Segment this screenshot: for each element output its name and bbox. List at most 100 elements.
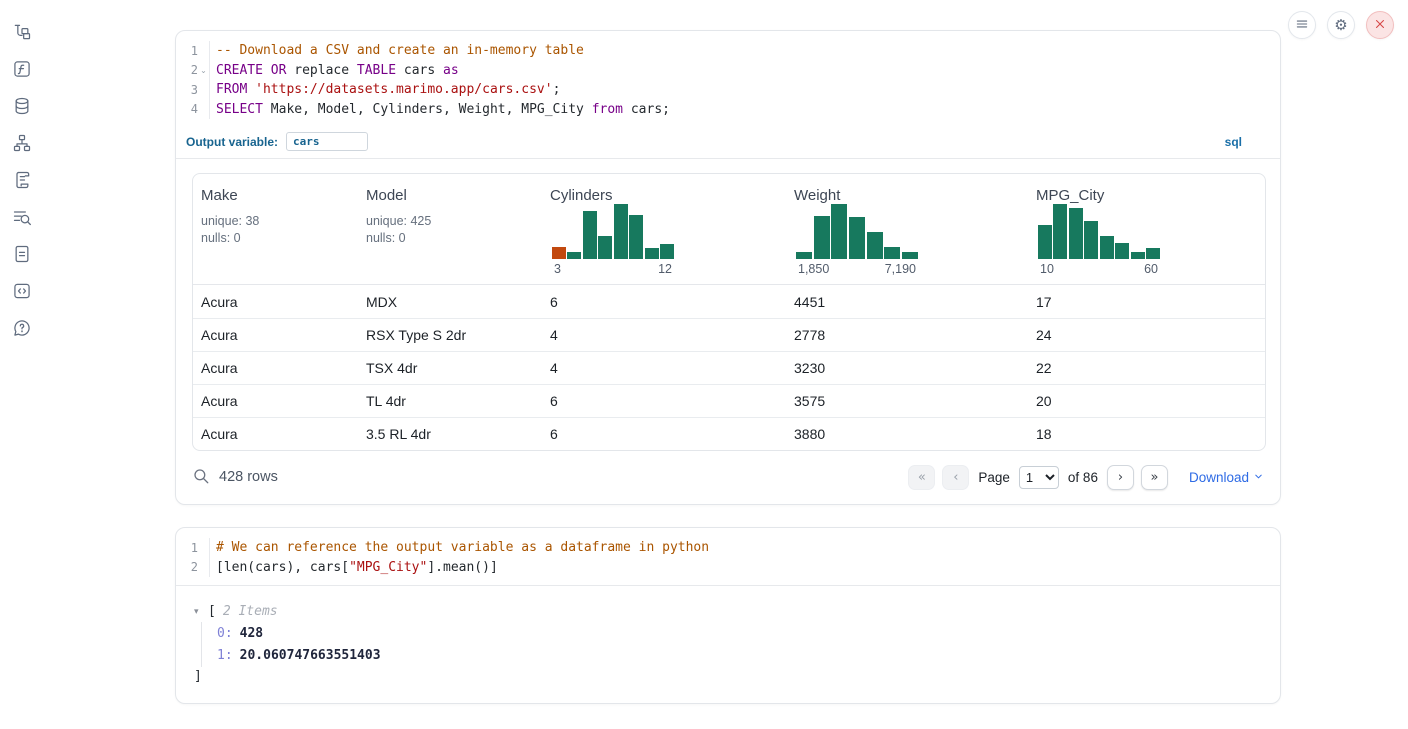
language-badge-sql[interactable]: sql [1225,135,1242,149]
database-icon [12,96,32,119]
graph-icon [12,133,32,156]
table-cell: 4451 [786,294,1028,310]
histogram-bar [814,216,830,259]
sidebar-item-logs[interactable] [11,170,33,192]
table-cell: Acura [193,360,358,376]
output-tree-header: ▾ [ 2 Items [194,601,1262,622]
settings-button[interactable]: ⚙ [1327,11,1355,39]
histogram-axis-labels: 312 [552,259,674,278]
line-number: 3 [176,83,198,97]
output-tree-body: 0:4281:20.060747663551403 [201,622,1262,667]
column-name: Cylinders [550,187,778,204]
table-body: AcuraMDX6445117AcuraRSX Type S 2dr427782… [193,285,1265,450]
line-number: 1 [176,541,198,555]
table-cell: 18 [1028,426,1265,442]
column-histogram[interactable] [1038,204,1160,259]
first-page-button[interactable]: « [908,465,935,490]
sidebar-item-scratchpad[interactable] [11,281,33,303]
sidebar-item-variables[interactable] [11,59,33,81]
sidebar-panel-icons [0,0,44,729]
code-text: FROM 'https://datasets.marimo.app/cars.c… [210,82,560,97]
table-cell: 17 [1028,294,1265,310]
python-code-editor[interactable]: 1# We can reference the output variable … [176,528,1280,585]
code-block-icon [12,281,32,304]
table-cell: 3230 [786,360,1028,376]
table-cell: Acura [193,327,358,343]
shutdown-button[interactable] [1366,11,1394,39]
table-cell: 3880 [786,426,1028,442]
histogram-bar [598,236,612,259]
notebook-topbar: ⚙ [1288,11,1394,39]
output-variable-input[interactable] [286,132,368,151]
fold-gutter [198,100,210,120]
column-header-make[interactable]: Makeunique: 38nulls: 0 [193,174,358,284]
tree-entry-value: 428 [240,626,263,641]
row-count-label: 428 rows [219,469,278,485]
column-header-weight[interactable]: Weight1,8507,190 [786,174,1028,284]
prev-page-button[interactable]: ‹ [942,465,969,490]
fold-gutter [198,558,210,578]
histogram-axis-labels: 1060 [1038,259,1160,278]
sidebar-item-file-explorer[interactable] [11,22,33,44]
table-row[interactable]: AcuraRSX Type S 2dr4277824 [193,318,1265,351]
sidebar-item-outline-search[interactable] [11,207,33,229]
tree-close-bracket: ] [194,667,1262,687]
table-row[interactable]: AcuraMDX6445117 [193,285,1265,318]
tree-entry-value: 20.060747663551403 [240,648,381,663]
column-histogram[interactable] [552,204,674,259]
code-line: 3 FROM 'https://datasets.marimo.app/cars.… [176,80,1280,100]
notebook-cells: 1 -- Download a CSV and create an in-memo… [175,30,1281,726]
fold-gutter [198,41,210,61]
sidebar-item-dependency-graph[interactable] [11,133,33,155]
table-cell: RSX Type S 2dr [358,327,542,343]
data-table: Makeunique: 38nulls: 0Modelunique: 425nu… [192,173,1266,451]
page-select[interactable]: 1 [1019,466,1059,489]
histogram-bar [660,244,674,259]
column-name: MPG_City [1036,187,1257,204]
sidebar-item-help[interactable] [11,318,33,340]
python-cell: 1# We can reference the output variable … [175,527,1281,704]
table-cell: 3575 [786,393,1028,409]
histogram-bar [1084,221,1098,260]
download-button[interactable]: Download [1189,470,1264,485]
help-chat-icon [12,318,32,341]
table-cell: 4 [542,327,786,343]
pagination: « ‹ Page 1 of 86 › » Download [908,465,1264,490]
table-cell: 6 [542,426,786,442]
code-text: CREATE OR replace TABLE cars as [210,63,459,78]
sidebar-item-snippets[interactable] [11,244,33,266]
last-page-button[interactable]: » [1141,465,1168,490]
column-header-model[interactable]: Modelunique: 425nulls: 0 [358,174,542,284]
table-cell: 24 [1028,327,1265,343]
sql-code-editor[interactable]: 1-- Download a CSV and create an in-memo… [176,31,1280,127]
column-header-mpg_city[interactable]: MPG_City 1060 [1028,174,1265,284]
table-row[interactable]: Acura3.5 RL 4dr6388018 [193,417,1265,450]
list-search-icon [12,207,32,230]
histogram-axis-labels: 1,8507,190 [796,259,918,278]
notebook-menu-button[interactable] [1288,11,1316,39]
histogram-bar [1100,236,1114,259]
table-row[interactable]: AcuraTSX 4dr4323022 [193,351,1265,384]
table-cell: MDX [358,294,542,310]
histogram-bar [552,247,566,259]
histogram-bar [645,248,659,259]
code-text: -- Download a CSV and create an in-memor… [210,43,584,58]
line-number: 2 [176,560,198,574]
tree-collapse-caret[interactable]: ▾ [194,606,208,617]
histogram-bar [629,215,643,259]
python-output-region: ▾ [ 2 Items 0:4281:20.060747663551403 ] [176,585,1280,703]
download-button-label: Download [1189,470,1249,485]
sidebar-item-datasources[interactable] [11,96,33,118]
page-total-label: of 86 [1068,470,1098,485]
next-page-button[interactable]: › [1107,465,1134,490]
tree-entry: 1:20.060747663551403 [217,645,1262,668]
table-row[interactable]: AcuraTL 4dr6357520 [193,384,1265,417]
sql-output-region: Makeunique: 38nulls: 0Modelunique: 425nu… [176,159,1280,504]
line-number: 4 [176,102,198,116]
column-histogram[interactable] [796,204,918,259]
table-search-button[interactable] [192,467,210,488]
column-header-cylinders[interactable]: Cylinders 312 [542,174,786,284]
histogram-bar [849,217,865,259]
fold-caret-icon[interactable]: ⌄ [198,61,210,81]
histogram-bar [831,204,847,259]
